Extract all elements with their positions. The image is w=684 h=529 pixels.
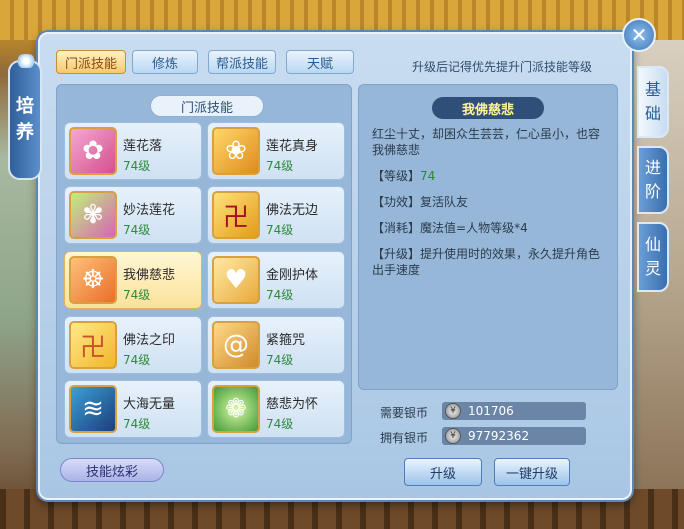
need-silver-value: 101706 bbox=[468, 404, 514, 418]
detail-effect: 【功效】复活队友 bbox=[372, 194, 610, 210]
skill-name: 佛法无边 bbox=[266, 203, 319, 218]
spiral-icon: @ bbox=[212, 321, 260, 369]
detail-level-label: 【等级】 bbox=[372, 169, 421, 183]
detail-intro: 红尘十丈，却困众生芸芸，仁心虽小，也容我佛慈悲 bbox=[372, 127, 601, 157]
right-tab-spirit-label-2: 灵 bbox=[644, 259, 661, 278]
upgrade-all-button[interactable]: 一键升级 bbox=[494, 458, 570, 486]
skill-showoff-button[interactable]: 技能炫彩 bbox=[60, 458, 164, 482]
skill-name: 大海无量 bbox=[123, 397, 176, 412]
detail-level-value: 74 bbox=[420, 169, 436, 183]
need-silver-label: 需要银币 bbox=[380, 406, 429, 420]
tab-talent[interactable]: 天赋 bbox=[286, 50, 354, 74]
detail-effect-label: 【功效】 bbox=[372, 195, 421, 209]
upgrade-hint: 升级后记得优先提升门派技能等级 bbox=[412, 60, 593, 74]
detail-upgrade-label: 【升级】 bbox=[372, 247, 421, 261]
have-silver-value: 97792362 bbox=[468, 429, 530, 443]
need-silver-field: ¥ 101706 bbox=[442, 402, 586, 420]
skill-level: 74级 bbox=[266, 288, 294, 302]
lotus-icon: ✿ bbox=[69, 127, 117, 175]
wave-icon: ≋ bbox=[69, 385, 117, 433]
detail-upgrade: 【升级】提升使用时的效果，永久提升角色出手速度 bbox=[372, 246, 610, 278]
skill-name: 我佛慈悲 bbox=[123, 268, 176, 283]
skill-name: 莲花落 bbox=[123, 139, 163, 154]
skill-level: 74级 bbox=[123, 288, 151, 302]
skill-card[interactable]: ♥ 金刚护体 74级 bbox=[207, 251, 345, 309]
tab-guild-skills[interactable]: 帮派技能 bbox=[208, 50, 276, 74]
upgrade-button[interactable]: 升级 bbox=[404, 458, 482, 486]
golden-lotus-icon: ❀ bbox=[212, 127, 260, 175]
right-tab-advanced-label-2: 阶 bbox=[644, 182, 661, 201]
skill-level: 74级 bbox=[123, 223, 151, 237]
lotus-glow-icon: ❁ bbox=[212, 385, 260, 433]
have-silver-field: ¥ 97792362 bbox=[442, 427, 586, 445]
skill-name: 紧箍咒 bbox=[266, 333, 306, 348]
skill-level: 74级 bbox=[123, 159, 151, 173]
skill-name: 妙法莲花 bbox=[123, 203, 176, 218]
tab-sect-skills[interactable]: 门派技能 bbox=[56, 50, 126, 74]
skill-card[interactable]: 卍 佛法之印 74级 bbox=[64, 316, 202, 374]
skill-name: 金刚护体 bbox=[266, 268, 319, 283]
right-tab-advanced[interactable]: 进 阶 bbox=[637, 146, 669, 214]
skill-card[interactable]: ≋ 大海无量 74级 bbox=[64, 380, 202, 438]
silver-coin-icon: ¥ bbox=[445, 428, 461, 444]
skill-level: 74级 bbox=[266, 223, 294, 237]
skill-card[interactable]: @ 紧箍咒 74级 bbox=[207, 316, 345, 374]
detail-cost: 【消耗】魔法值=人物等级*4 bbox=[372, 220, 610, 236]
lotus-flowers-icon: ✾ bbox=[69, 191, 117, 239]
right-tab-basic-label-2: 础 bbox=[644, 104, 661, 123]
lotus-ornament-icon bbox=[14, 54, 38, 68]
close-button[interactable]: ✕ bbox=[622, 18, 656, 52]
skill-level: 74级 bbox=[266, 159, 294, 173]
heart-shield-icon: ♥ bbox=[212, 256, 260, 304]
skill-name: 慈悲为怀 bbox=[266, 397, 319, 412]
right-tab-spirit[interactable]: 仙 灵 bbox=[637, 222, 669, 292]
detail-level: 【等级】74 bbox=[372, 168, 610, 184]
skill-level: 74级 bbox=[266, 353, 294, 367]
right-tab-basic-label-1: 基 bbox=[644, 80, 661, 99]
detail-effect-value: 复活队友 bbox=[420, 195, 469, 209]
silver-coin-icon: ¥ bbox=[445, 403, 461, 419]
side-tab-label-2: 养 bbox=[16, 122, 34, 143]
right-tab-advanced-label-1: 进 bbox=[644, 158, 661, 177]
skill-level: 74级 bbox=[123, 353, 151, 367]
skill-name: 莲花真身 bbox=[266, 139, 319, 154]
skill-section-title: 门派技能 bbox=[150, 95, 264, 117]
side-tab-label-1: 培 bbox=[16, 96, 34, 117]
swastika-icon: 卍 bbox=[212, 191, 260, 239]
skill-card[interactable]: ✿ 莲花落 74级 bbox=[64, 122, 202, 180]
skill-card-selected[interactable]: ☸ 我佛慈悲 74级 bbox=[64, 251, 202, 309]
right-tab-basic[interactable]: 基 础 bbox=[637, 66, 669, 138]
detail-title: 我佛慈悲 bbox=[432, 97, 544, 119]
tab-training[interactable]: 修炼 bbox=[132, 50, 198, 74]
skill-card[interactable]: ✾ 妙法莲花 74级 bbox=[64, 186, 202, 244]
skill-level: 74级 bbox=[266, 417, 294, 431]
detail-cost-value: 魔法值=人物等级*4 bbox=[420, 221, 528, 235]
skill-card[interactable]: ❁ 慈悲为怀 74级 bbox=[207, 380, 345, 438]
close-icon: ✕ bbox=[630, 23, 648, 47]
skill-name: 佛法之印 bbox=[123, 333, 176, 348]
buddha-icon: ☸ bbox=[69, 256, 117, 304]
skill-card[interactable]: 卍 佛法无边 74级 bbox=[207, 186, 345, 244]
detail-cost-label: 【消耗】 bbox=[372, 221, 421, 235]
side-tab-cultivate[interactable]: 培 养 bbox=[8, 54, 42, 180]
skill-card[interactable]: ❀ 莲花真身 74级 bbox=[207, 122, 345, 180]
skill-level: 74级 bbox=[123, 417, 151, 431]
have-silver-label: 拥有银币 bbox=[380, 431, 429, 445]
right-tab-spirit-label-1: 仙 bbox=[644, 235, 661, 254]
scroll-icon: 卍 bbox=[69, 321, 117, 369]
